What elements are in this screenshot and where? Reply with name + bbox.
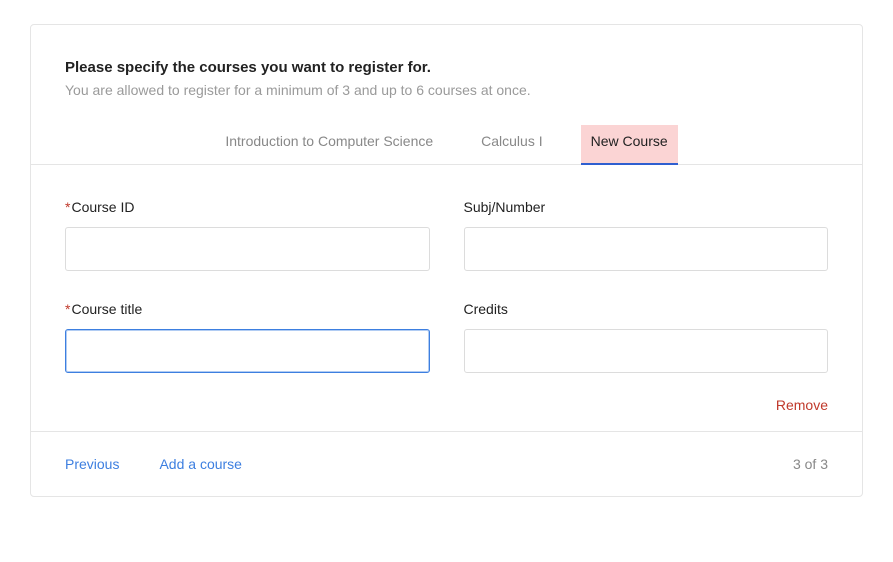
card-body: *Course ID Subj/Number *Course title [31,165,862,432]
label-course-title: *Course title [65,301,430,317]
tab-label: New Course [591,133,668,149]
tab-calculus-i[interactable]: Calculus I [471,125,552,165]
input-course-id[interactable] [65,227,430,271]
tab-label: Calculus I [481,133,542,149]
add-course-link[interactable]: Add a course [159,456,242,472]
field-course-title: *Course title [65,301,430,373]
label-text: Subj/Number [464,199,546,215]
card-header: Please specify the courses you want to r… [31,25,862,165]
label-text: Course title [71,301,142,317]
pager-text: 3 of 3 [793,456,828,472]
registration-card: Please specify the courses you want to r… [30,24,863,497]
previous-link[interactable]: Previous [65,456,119,472]
required-star: * [65,301,70,317]
required-star: * [65,199,70,215]
field-course-id: *Course ID [65,199,430,271]
label-subj-number: Subj/Number [464,199,829,215]
input-course-title[interactable] [65,329,430,373]
label-course-id: *Course ID [65,199,430,215]
label-text: Credits [464,301,508,317]
card-footer: Previous Add a course 3 of 3 [31,432,862,496]
remove-link[interactable]: Remove [776,397,828,413]
tab-intro-cs[interactable]: Introduction to Computer Science [215,125,443,165]
form-title: Please specify the courses you want to r… [65,59,828,76]
tab-new-course[interactable]: New Course [581,125,678,165]
label-text: Course ID [71,199,134,215]
form-subtitle: You are allowed to register for a minimu… [65,82,828,98]
remove-row: Remove [65,397,828,413]
field-subj-number: Subj/Number [464,199,829,271]
tab-label: Introduction to Computer Science [225,133,433,149]
input-credits[interactable] [464,329,829,373]
field-credits: Credits [464,301,829,373]
input-subj-number[interactable] [464,227,829,271]
course-tabs: Introduction to Computer Science Calculu… [65,124,828,164]
form-grid: *Course ID Subj/Number *Course title [65,199,828,373]
label-credits: Credits [464,301,829,317]
